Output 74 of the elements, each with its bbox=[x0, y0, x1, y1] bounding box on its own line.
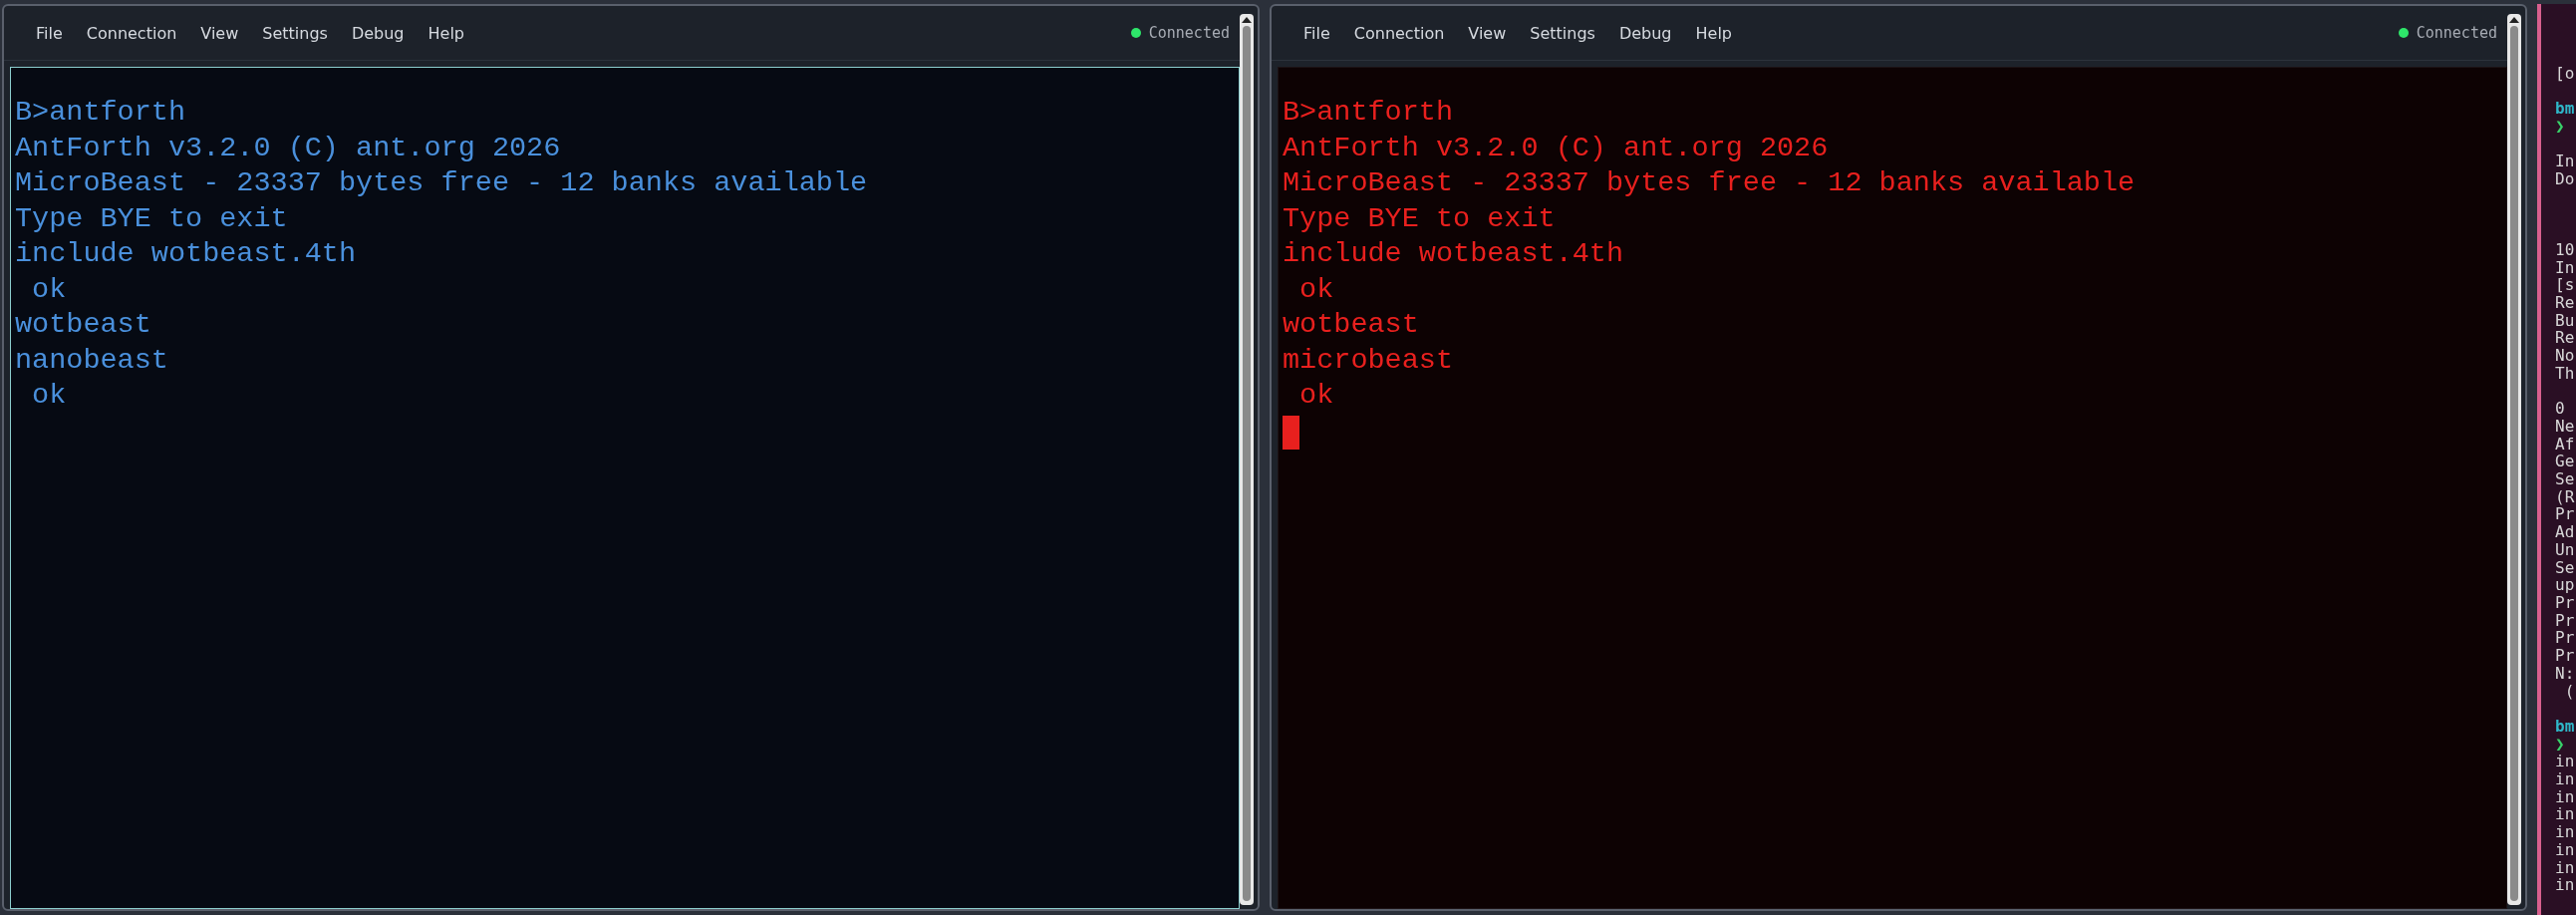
terminal-line: Se bbox=[2555, 558, 2575, 577]
menu-item[interactable]: Settings bbox=[1518, 19, 1607, 47]
terminal-line: include wotbeast.4th bbox=[15, 236, 357, 272]
menu-item[interactable]: Help bbox=[1683, 19, 1744, 47]
terminal-line: Un bbox=[2555, 540, 2575, 559]
terminal-line: Ad bbox=[2555, 523, 2575, 541]
terminal-line: 0 bbox=[2555, 400, 2565, 418]
terminal-line: No bbox=[2555, 347, 2575, 365]
terminal-line: Ge bbox=[2555, 453, 2575, 471]
terminal-line: MicroBeast - 23337 bytes free - 12 banks available bbox=[1283, 165, 2136, 201]
menu-item[interactable]: Help bbox=[416, 19, 476, 47]
terminal-line: Ne bbox=[2555, 417, 2575, 436]
terminal-line: AntForth v3.2.0 (C) ant.org 2026 bbox=[1283, 130, 1829, 165]
terminal-line: Bu bbox=[2555, 311, 2575, 330]
terminal-line: in bbox=[2555, 840, 2575, 859]
terminal-line: in bbox=[2555, 770, 2575, 788]
terminal-line: Type BYE to exit bbox=[1283, 200, 1556, 236]
terminal-line: Th bbox=[2555, 364, 2575, 383]
terminal-line: Se bbox=[2555, 470, 2575, 488]
menu-item[interactable]: Settings bbox=[250, 19, 340, 47]
prompt-text: bm bbox=[2555, 717, 2575, 736]
menu-item[interactable]: View bbox=[188, 19, 251, 47]
terminal-line: ( bbox=[2563, 682, 2575, 701]
menu-item[interactable]: File bbox=[24, 19, 75, 47]
terminal-line: AntForth v3.2.0 (C) ant.org 2026 bbox=[15, 130, 561, 165]
menu-item[interactable]: Debug bbox=[1606, 19, 1684, 47]
terminal-line: in bbox=[2555, 858, 2575, 877]
terminal-line: In bbox=[2555, 258, 2575, 277]
terminal-line: B>antforth bbox=[15, 95, 186, 131]
terminal-line: (R bbox=[2555, 487, 2575, 506]
prompt-text: bm bbox=[2555, 100, 2575, 119]
prompt-arrow: ❯ bbox=[2555, 735, 2565, 754]
terminal-line: in bbox=[2555, 876, 2575, 894]
terminal-line: Af bbox=[2555, 435, 2575, 454]
terminal-line: ok bbox=[31, 271, 67, 307]
terminal-line: Type BYE to exit bbox=[15, 200, 288, 236]
terminal-line: MicroBeast - 23337 bytes free - 12 banks available bbox=[15, 165, 868, 201]
status-label: Connected bbox=[2416, 24, 2497, 42]
terminal-line: ok bbox=[31, 378, 67, 414]
terminal-line: Pr bbox=[2555, 505, 2575, 524]
terminal-line: in bbox=[2555, 753, 2575, 770]
terminal-line: ok bbox=[1298, 271, 1334, 307]
terminal-line: Pr bbox=[2555, 647, 2575, 665]
terminal-line: in bbox=[2555, 787, 2575, 806]
terminal-line: wotbeast bbox=[15, 307, 151, 343]
menu-item[interactable]: Debug bbox=[339, 19, 417, 47]
menu-item[interactable]: Connection bbox=[1341, 19, 1457, 47]
terminal-line: in bbox=[2555, 823, 2575, 841]
terminal-line: up bbox=[2555, 576, 2575, 594]
menu-item[interactable]: File bbox=[1291, 19, 1342, 47]
terminal-line: In bbox=[2555, 152, 2575, 171]
terminal-line: Pr bbox=[2555, 594, 2575, 612]
terminal-line: Re bbox=[2555, 294, 2575, 312]
menu-item[interactable]: Connection bbox=[74, 19, 189, 47]
terminal-line: include wotbeast.4th bbox=[1283, 236, 1624, 272]
terminal-line: [s bbox=[2555, 276, 2575, 295]
status-label: Connected bbox=[1148, 24, 1230, 42]
scrollbar[interactable] bbox=[1240, 14, 1254, 905]
terminal-line: in bbox=[2555, 805, 2575, 824]
terminal-line: 10 bbox=[2555, 240, 2575, 259]
menu-item[interactable]: View bbox=[1456, 19, 1519, 47]
terminal-line: B>antforth bbox=[1283, 95, 1454, 131]
terminal-line: Pr bbox=[2555, 611, 2575, 630]
terminal-line: microbeast bbox=[1283, 342, 1454, 378]
terminal-line: [o bbox=[2555, 65, 2575, 83]
terminal-line: Do bbox=[2555, 170, 2575, 188]
terminal-line: Re bbox=[2555, 329, 2575, 348]
terminal-line: ok bbox=[1298, 378, 1334, 414]
terminal-line: N: bbox=[2555, 664, 2575, 683]
terminal-line: wotbeast bbox=[1283, 307, 1419, 343]
terminal-line: nanobeast bbox=[15, 342, 168, 378]
terminal-line: Pr bbox=[2555, 629, 2575, 648]
prompt-arrow: ❯ bbox=[2555, 118, 2565, 136]
scrollbar[interactable] bbox=[2507, 14, 2521, 905]
